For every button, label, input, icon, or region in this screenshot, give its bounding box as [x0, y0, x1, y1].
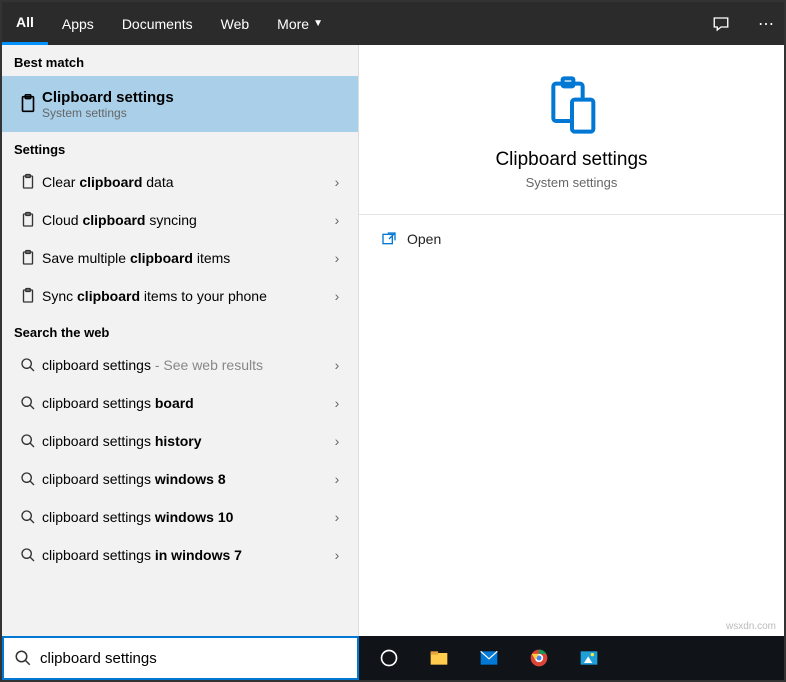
row-icon [14, 547, 42, 563]
preview-panel: Clipboard settings System settings Open [359, 45, 784, 636]
web-result-5[interactable]: clipboard settings in windows 7› [2, 536, 358, 574]
taskbar [359, 636, 784, 680]
row-label: clipboard settings board [42, 395, 328, 411]
row-icon [14, 395, 42, 411]
open-icon [381, 231, 407, 247]
row-icon [14, 357, 42, 373]
chevron-right-icon: › [328, 357, 346, 373]
best-match-result[interactable]: Clipboard settings System settings [2, 76, 358, 132]
chevron-right-icon: › [328, 288, 346, 304]
row-icon [14, 211, 42, 229]
chevron-right-icon: › [328, 174, 346, 190]
search-icon [14, 649, 40, 667]
chevron-down-icon: ▼ [313, 18, 323, 29]
tab-documents[interactable]: Documents [108, 2, 207, 45]
row-label: Clear clipboard data [42, 174, 328, 190]
search-filter-tabs: All Apps Documents Web More▼ ⋯ [2, 2, 784, 45]
section-search-web: Search the web [2, 315, 358, 346]
settings-result-3[interactable]: Sync clipboard items to your phone› [2, 277, 358, 315]
results-panel: Best match Clipboard settings System set… [2, 45, 359, 636]
web-result-4[interactable]: clipboard settings windows 10› [2, 498, 358, 536]
tab-web[interactable]: Web [207, 2, 264, 45]
settings-result-0[interactable]: Clear clipboard data› [2, 163, 358, 201]
search-bar[interactable] [2, 636, 359, 680]
row-label: Cloud clipboard syncing [42, 212, 328, 228]
row-icon [14, 287, 42, 305]
clipboard-icon [14, 93, 42, 115]
cortana-icon[interactable] [369, 638, 409, 678]
mail-icon[interactable] [469, 638, 509, 678]
row-label: clipboard settings windows 10 [42, 509, 328, 525]
web-result-3[interactable]: clipboard settings windows 8› [2, 460, 358, 498]
chevron-right-icon: › [328, 395, 346, 411]
row-icon [14, 173, 42, 191]
chevron-right-icon: › [328, 433, 346, 449]
file-explorer-icon[interactable] [419, 638, 459, 678]
row-label: Save multiple clipboard items [42, 250, 328, 266]
chevron-right-icon: › [328, 250, 346, 266]
best-match-subtitle: System settings [42, 106, 346, 120]
tab-apps[interactable]: Apps [48, 2, 108, 45]
chrome-icon[interactable] [519, 638, 559, 678]
settings-result-2[interactable]: Save multiple clipboard items› [2, 239, 358, 277]
chevron-right-icon: › [328, 509, 346, 525]
row-label: clipboard settings windows 8 [42, 471, 328, 487]
row-icon [14, 509, 42, 525]
row-label: clipboard settings - See web results [42, 357, 328, 373]
web-result-1[interactable]: clipboard settings board› [2, 384, 358, 422]
row-icon [14, 433, 42, 449]
more-options-icon[interactable]: ⋯ [748, 14, 784, 34]
tab-more[interactable]: More▼ [263, 2, 337, 45]
search-input[interactable] [40, 650, 347, 667]
feedback-icon[interactable] [712, 15, 748, 33]
row-icon [14, 471, 42, 487]
row-icon [14, 249, 42, 267]
web-result-0[interactable]: clipboard settings - See web results› [2, 346, 358, 384]
row-label: Sync clipboard items to your phone [42, 288, 328, 304]
clipboard-large-icon [540, 73, 604, 137]
row-label: clipboard settings history [42, 433, 328, 449]
open-action[interactable]: Open [359, 215, 784, 263]
photos-icon[interactable] [569, 638, 609, 678]
preview-subtitle: System settings [526, 175, 618, 190]
web-result-2[interactable]: clipboard settings history› [2, 422, 358, 460]
watermark: wsxdn.com [726, 621, 776, 632]
chevron-right-icon: › [328, 547, 346, 563]
best-match-title: Clipboard settings [42, 89, 346, 106]
open-label: Open [407, 231, 441, 247]
chevron-right-icon: › [328, 212, 346, 228]
settings-result-1[interactable]: Cloud clipboard syncing› [2, 201, 358, 239]
tab-all[interactable]: All [2, 2, 48, 45]
section-best-match: Best match [2, 45, 358, 76]
chevron-right-icon: › [328, 471, 346, 487]
section-settings: Settings [2, 132, 358, 163]
preview-title: Clipboard settings [495, 149, 647, 171]
row-label: clipboard settings in windows 7 [42, 547, 328, 563]
